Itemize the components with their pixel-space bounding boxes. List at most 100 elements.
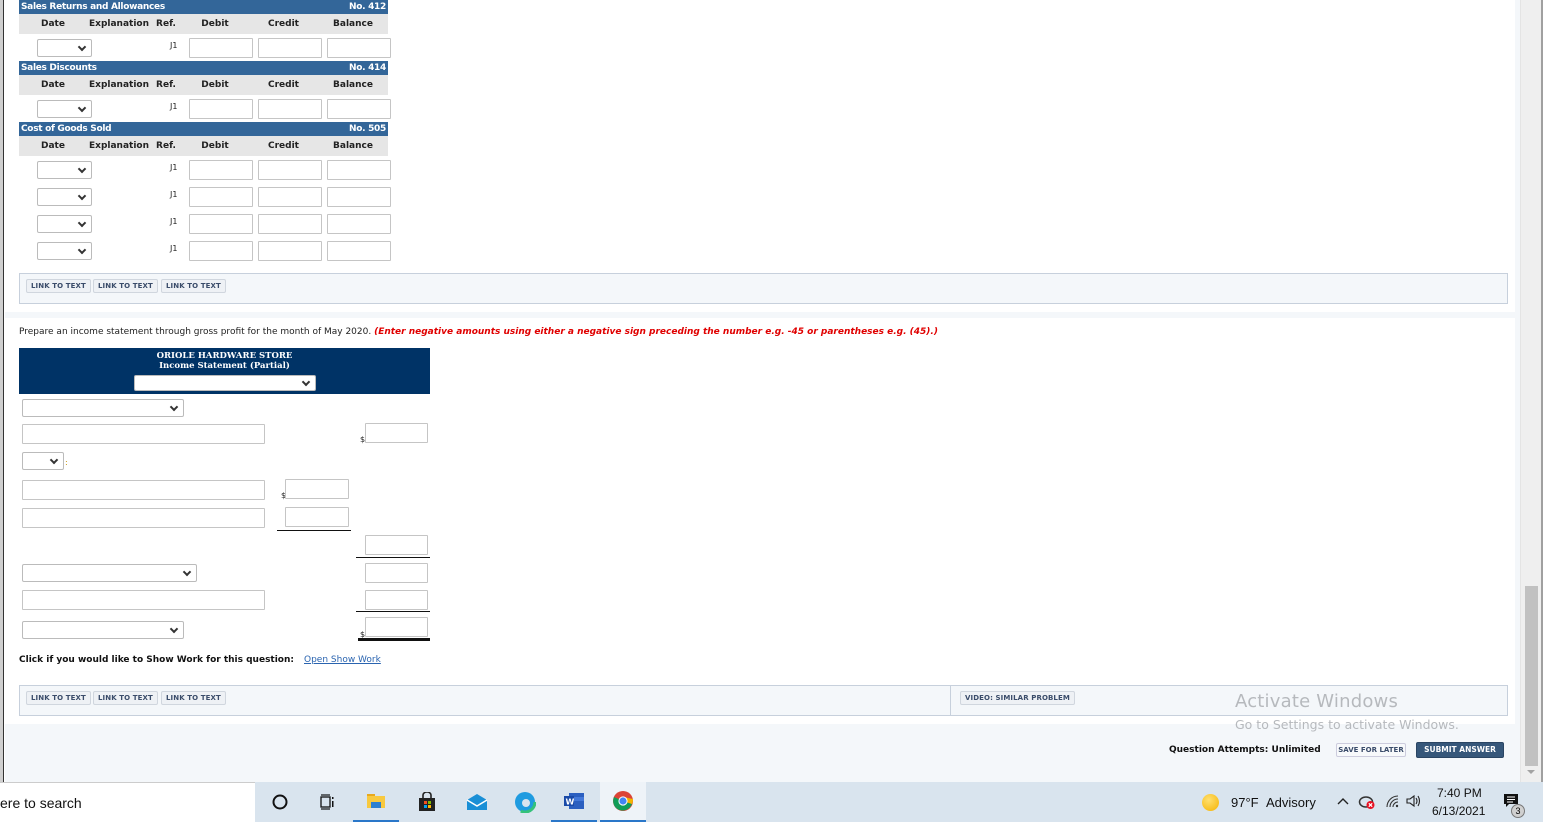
submit-answer-button[interactable]: SUBMIT ANSWER (1416, 742, 1504, 758)
ledger-title: Cost of Goods Sold (21, 124, 112, 134)
weather-sun-icon[interactable] (1202, 794, 1219, 811)
link-to-text-button[interactable]: LINK TO TEXT (26, 279, 91, 293)
link-to-text-button[interactable]: LINK TO TEXT (93, 691, 158, 705)
link-bar-bottom: LINK TO TEXT LINK TO TEXT LINK TO TEXT (19, 685, 952, 716)
chevron-down-icon (77, 42, 87, 52)
vertical-scrollbar[interactable] (1520, 0, 1543, 782)
net-sales-input[interactable] (365, 535, 428, 555)
task-view-button[interactable] (304, 782, 350, 822)
scroll-down-arrow-icon[interactable] (1527, 770, 1535, 774)
col-debit: Debit (201, 141, 229, 151)
amount-input[interactable] (365, 590, 428, 610)
chevron-down-icon (77, 191, 87, 201)
clock-time[interactable]: 7:40 PM (1437, 786, 1482, 800)
deduction-amount-input[interactable] (285, 479, 349, 499)
file-explorer-button[interactable] (353, 782, 399, 822)
deduction-amount-input[interactable] (285, 507, 349, 527)
video-similar-problem-button[interactable]: VIDEO: SIMILAR PROBLEM (960, 691, 1075, 705)
col-date: Date (41, 141, 65, 151)
word-button[interactable]: W (551, 782, 597, 822)
chevron-down-icon (77, 245, 87, 255)
less-select[interactable] (22, 452, 64, 470)
credit-input[interactable] (258, 187, 322, 207)
link-to-text-button[interactable]: LINK TO TEXT (161, 279, 226, 293)
balance-input[interactable] (327, 99, 391, 119)
col-debit: Debit (201, 80, 229, 90)
period-select[interactable] (134, 375, 316, 391)
ledger-cost-of-goods-sold: Cost of Goods Sold No. 505 Date Explanat… (19, 122, 391, 264)
credit-input[interactable] (258, 160, 322, 180)
weather-temp[interactable]: 97°F (1231, 795, 1259, 810)
debit-input[interactable] (189, 241, 253, 261)
taskbar-search[interactable]: ere to search (0, 782, 255, 822)
weather-status[interactable]: Advisory (1266, 795, 1316, 810)
balance-input[interactable] (327, 241, 391, 261)
debit-input[interactable] (189, 187, 253, 207)
credit-input[interactable] (258, 214, 322, 234)
clock-date[interactable]: 6/13/2021 (1432, 804, 1485, 818)
double-underline (358, 638, 430, 641)
col-credit: Credit (268, 19, 299, 29)
debit-input[interactable] (189, 38, 253, 58)
date-select[interactable] (37, 188, 92, 206)
amount-input[interactable] (365, 423, 428, 443)
open-show-work-link[interactable]: Open Show Work (304, 655, 381, 665)
ledger-columns: Date Explanation Ref. Debit Credit Balan… (19, 14, 388, 34)
svg-text:W: W (566, 798, 575, 807)
volume-icon[interactable] (1405, 793, 1423, 809)
line-item-select[interactable] (22, 399, 184, 417)
chevron-up-icon[interactable] (1337, 796, 1349, 806)
wifi-icon[interactable] (1385, 794, 1401, 808)
chevron-down-icon (301, 377, 311, 387)
chevron-down-icon (49, 455, 59, 465)
gross-profit-input[interactable] (365, 617, 428, 637)
balance-input[interactable] (327, 160, 391, 180)
instructions-note: (Enter negative amounts using either a n… (374, 327, 938, 337)
date-select[interactable] (37, 215, 92, 233)
microsoft-store-button[interactable] (404, 782, 450, 822)
ref-label: J1 (170, 163, 178, 172)
scrollbar-thumb[interactable] (1525, 586, 1538, 766)
balance-input[interactable] (327, 214, 391, 234)
link-to-text-button[interactable]: LINK TO TEXT (93, 279, 158, 293)
link-to-text-button[interactable]: LINK TO TEXT (26, 691, 91, 705)
line-item-input[interactable] (22, 590, 265, 610)
chevron-down-icon (169, 624, 179, 634)
onedrive-error-icon[interactable] (1358, 794, 1376, 810)
page-content: Sales Returns and Allowances No. 412 Dat… (5, 0, 1520, 782)
debit-input[interactable] (189, 214, 253, 234)
line-item-select[interactable] (22, 621, 184, 639)
deduction-name-input[interactable] (22, 480, 265, 500)
chrome-button[interactable] (600, 782, 646, 822)
date-select[interactable] (37, 242, 92, 260)
save-for-later-button[interactable]: SAVE FOR LATER (1336, 743, 1406, 757)
date-select[interactable] (37, 39, 92, 57)
edge-button[interactable] (502, 782, 548, 822)
amount-input[interactable] (365, 563, 428, 583)
line-item-input[interactable] (22, 424, 265, 444)
debit-input[interactable] (189, 160, 253, 180)
task-view-icon (320, 794, 334, 810)
instructions-text: Prepare an income statement through gros… (19, 327, 375, 337)
cortana-button[interactable] (257, 782, 303, 822)
mail-icon (466, 794, 488, 810)
store-icon (419, 792, 435, 811)
credit-input[interactable] (258, 38, 322, 58)
ledger-header: Sales Discounts No. 414 (19, 61, 388, 75)
date-select[interactable] (37, 161, 92, 179)
date-select[interactable] (37, 100, 92, 118)
ledger-header: Sales Returns and Allowances No. 412 (19, 0, 388, 14)
credit-input[interactable] (258, 241, 322, 261)
debit-input[interactable] (189, 99, 253, 119)
taskbar: ere to search W 97°F Advisory 7:40 PM 6/… (0, 782, 1543, 822)
balance-input[interactable] (327, 38, 391, 58)
balance-input[interactable] (327, 187, 391, 207)
notification-badge: 3 (1511, 804, 1525, 818)
col-debit: Debit (201, 19, 229, 29)
link-to-text-button[interactable]: LINK TO TEXT (161, 691, 226, 705)
line-item-select[interactable] (22, 564, 197, 582)
col-balance: Balance (333, 141, 373, 151)
credit-input[interactable] (258, 99, 322, 119)
mail-button[interactable] (454, 782, 500, 822)
deduction-name-input[interactable] (22, 508, 265, 528)
